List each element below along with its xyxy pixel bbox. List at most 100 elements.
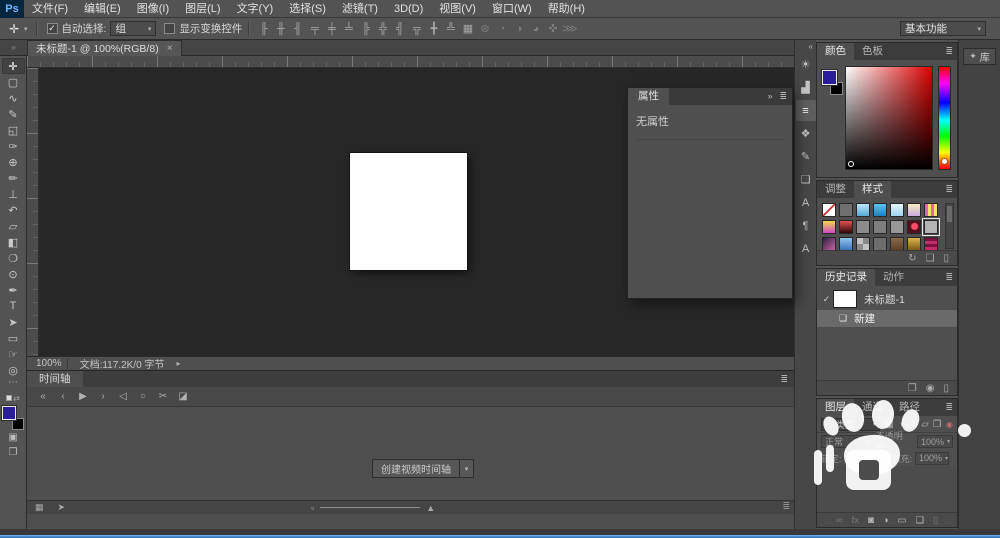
transport-button[interactable]: ◁ <box>113 391 133 402</box>
style-swatch[interactable] <box>924 203 938 217</box>
dock-panel-icon[interactable]: ≡ <box>795 100 816 121</box>
tool-button[interactable]: ▭ <box>2 330 25 346</box>
slider-track[interactable] <box>320 507 421 508</box>
style-swatch[interactable] <box>856 203 870 217</box>
convert-timeline-icon[interactable]: ➤ <box>58 502 66 513</box>
zoom-in-icon[interactable]: ▲ <box>426 503 435 513</box>
style-swatch[interactable] <box>907 220 921 234</box>
style-swatch[interactable] <box>839 220 853 234</box>
panel-menu-icon[interactable]: ≣ <box>780 371 788 387</box>
menu-item[interactable]: 3D(D) <box>386 0 431 18</box>
dock-panel-icon[interactable]: ❖ <box>796 123 816 144</box>
blend-mode-dropdown[interactable]: 正常 ▾ <box>821 435 873 448</box>
menu-item[interactable]: 帮助(H) <box>540 0 593 18</box>
panel-menu-icon[interactable]: ≣ <box>945 181 953 198</box>
panel-tab[interactable]: 颜色 <box>817 43 854 60</box>
options-bar-icon[interactable]: ⊛ <box>476 22 493 35</box>
tool-button[interactable]: ⊙ <box>2 266 25 282</box>
menu-item[interactable]: 文件(F) <box>24 0 76 18</box>
snapshot-thumbnail[interactable] <box>833 290 857 308</box>
options-bar-icon[interactable]: ◔ <box>493 23 510 35</box>
tool-button[interactable]: ▱ <box>2 218 25 234</box>
style-swatch[interactable] <box>907 237 921 251</box>
create-video-timeline-button[interactable]: 创建视频时间轴 ▾ <box>372 459 474 478</box>
tab-timeline[interactable]: 时间轴 <box>27 371 83 387</box>
panel-tab[interactable]: 路径 <box>891 399 928 416</box>
panel-tab[interactable]: 色板 <box>854 43 891 60</box>
options-bar-icon[interactable]: ╠ <box>357 23 374 35</box>
zoom-out-icon[interactable]: ▫ <box>311 503 314 513</box>
lock-icon[interactable]: ▣ <box>878 453 889 464</box>
layers-footer-icon[interactable]: ❏ <box>915 515 924 526</box>
panel-tab[interactable]: 通道 <box>854 399 891 416</box>
toolbar-collapse-icon[interactable]: » <box>0 40 27 55</box>
style-swatch[interactable] <box>839 203 853 217</box>
dock-panel-icon[interactable]: ❏ <box>796 169 816 190</box>
style-swatch[interactable] <box>890 220 904 234</box>
dock-panel-icon[interactable]: A <box>796 192 816 213</box>
style-swatch[interactable] <box>924 237 938 251</box>
screen-mode-button[interactable]: ❐ <box>2 445 25 460</box>
swap-colors-icon[interactable]: ⇄ <box>6 392 20 404</box>
style-swatch[interactable] <box>856 237 870 251</box>
options-bar-icon[interactable]: ⋙ <box>561 22 578 35</box>
transport-button[interactable]: › <box>93 391 113 402</box>
style-swatch[interactable] <box>873 203 887 217</box>
status-expand-icon[interactable]: ▸ <box>176 359 180 368</box>
menu-item[interactable]: 选择(S) <box>281 0 334 18</box>
menu-item[interactable]: 滤镜(T) <box>334 0 386 18</box>
menu-item[interactable]: 图层(L) <box>177 0 228 18</box>
options-bar-icon[interactable]: ▦ <box>459 22 476 35</box>
style-swatch[interactable] <box>890 203 904 217</box>
options-bar-icon[interactable]: ╤ <box>306 23 323 35</box>
style-swatch[interactable] <box>822 203 836 217</box>
zoom-level[interactable]: 100% <box>31 358 68 369</box>
style-swatch[interactable] <box>822 220 836 234</box>
layers-list[interactable] <box>817 466 957 512</box>
scrollbar-grip[interactable]: ≣ <box>782 501 790 512</box>
layer-filter-dropdown[interactable]: ◎ 类型 ▾ <box>821 417 881 431</box>
panel-menu-icon[interactable]: ≣ <box>779 88 787 105</box>
style-swatch[interactable] <box>822 237 836 251</box>
menu-item[interactable]: 视图(V) <box>431 0 484 18</box>
tool-button[interactable]: ✒ <box>2 282 25 298</box>
auto-select-checkbox[interactable]: ✓ <box>46 23 58 34</box>
menu-item[interactable]: 图像(I) <box>129 0 177 18</box>
close-icon[interactable]: × <box>167 43 173 54</box>
tool-button[interactable]: ⊥ <box>2 186 25 202</box>
saturation-brightness-field[interactable] <box>845 66 933 170</box>
collapse-panel-icon[interactable]: » <box>767 88 772 105</box>
tool-button[interactable]: ✛ <box>1 58 25 74</box>
panel-tab[interactable]: 动作 <box>875 269 912 286</box>
style-swatch[interactable] <box>873 220 887 234</box>
quick-mask-button[interactable]: ▣ <box>2 430 25 445</box>
options-bar-icon[interactable]: ╩ <box>442 23 459 35</box>
timeline-zoom-slider[interactable]: ▫ ▲ <box>311 503 435 513</box>
tool-button[interactable]: ▢ <box>2 74 25 90</box>
tool-button[interactable]: ✏ <box>2 170 25 186</box>
transport-button[interactable]: ◪ <box>173 391 193 402</box>
menu-item[interactable]: 窗口(W) <box>484 0 540 18</box>
tool-button[interactable]: T <box>2 298 25 314</box>
document-tab[interactable]: 未标题-1 @ 100%(RGB/8) × <box>27 40 182 56</box>
dock-panel-icon[interactable]: ▟ <box>796 77 816 98</box>
options-bar-icon[interactable]: ╣ <box>391 23 408 35</box>
frames-mode-icon[interactable]: ▦ <box>35 502 44 513</box>
workspace-switcher[interactable]: 基本功能 ▾ <box>900 21 986 36</box>
history-step-row[interactable]: ❏ 新建 <box>817 310 957 327</box>
styles-footer-icon[interactable]: ↻ <box>908 253 916 264</box>
tool-preset-caret-icon[interactable]: ▾ <box>24 25 28 33</box>
layers-footer-icon[interactable]: ▯ <box>933 515 938 526</box>
history-footer-icon[interactable]: ◉ <box>926 383 935 394</box>
options-bar-icon[interactable]: ╋ <box>425 22 442 35</box>
options-bar-icon[interactable]: ✜ <box>544 22 561 35</box>
history-footer-icon[interactable]: ❐ <box>908 383 917 394</box>
panel-menu-icon[interactable]: ≣ <box>945 399 953 416</box>
history-brush-source-icon[interactable]: ✓ <box>820 294 833 305</box>
transport-button[interactable]: ✂ <box>153 391 173 402</box>
panel-tab[interactable]: 样式 <box>854 181 891 198</box>
tool-button[interactable]: ➤ <box>2 314 25 330</box>
tool-button[interactable]: ✎ <box>2 106 25 122</box>
lock-icon[interactable]: ✛ <box>867 453 878 464</box>
style-swatch[interactable] <box>873 237 887 251</box>
